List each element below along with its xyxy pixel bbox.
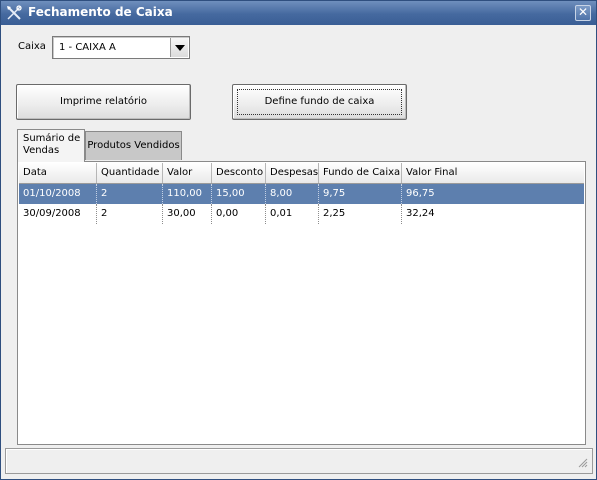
table-cell: 01/10/2008	[19, 184, 97, 204]
column-header-valor-final[interactable]: Valor Final	[402, 163, 585, 183]
column-header-desconto[interactable]: Desconto	[212, 163, 266, 183]
table-cell: 9,75	[319, 184, 402, 204]
table-row[interactable]: 30/09/2008 2 30,00 0,00 0,01 2,25 32,24	[19, 204, 584, 224]
table-cell: 8,00	[266, 184, 319, 204]
table-cell: 0,00	[212, 204, 266, 224]
table-cell: 2	[97, 204, 163, 224]
table-cell: 2	[97, 184, 163, 204]
define-fundo-button[interactable]: Define fundo de caixa	[232, 84, 407, 120]
table-cell: 30/09/2008	[19, 204, 97, 224]
column-header-data[interactable]: Data	[19, 163, 97, 183]
table-cell: 30,00	[163, 204, 212, 224]
caixa-select[interactable]: 1 - CAIXA A	[52, 36, 190, 59]
tab-produtos-vendidos[interactable]: Produtos Vendidos	[85, 131, 182, 160]
table-cell: 15,00	[212, 184, 266, 204]
column-header-quantidade[interactable]: Quantidade	[97, 163, 163, 183]
title-bar[interactable]: Fechamento de Caixa ✕	[1, 1, 596, 25]
tab-panel: Data Quantidade Valor Desconto Despesas …	[17, 161, 586, 445]
table-cell: 110,00	[163, 184, 212, 204]
close-icon[interactable]: ✕	[575, 5, 591, 21]
table-row[interactable]: 01/10/2008 2 110,00 15,00 8,00 9,75 96,7…	[19, 184, 584, 204]
table-cell: 96,75	[406, 188, 435, 199]
table-cell: 2,25	[319, 204, 402, 224]
chevron-down-icon	[175, 45, 185, 51]
table-header: Data Quantidade Valor Desconto Despesas …	[19, 163, 584, 184]
table-cell: 0,01	[266, 204, 319, 224]
caixa-selected-value: 1 - CAIXA A	[59, 42, 116, 53]
fechamento-window: Fechamento de Caixa ✕ Caixa 1 - CAIXA A …	[0, 0, 597, 480]
column-header-despesas[interactable]: Despesas	[266, 163, 319, 183]
tab-sumario-vendas[interactable]: Sumário de Vendas	[17, 129, 85, 162]
column-header-valor[interactable]: Valor	[163, 163, 212, 183]
column-header-fundo-de-caixa[interactable]: Fundo de Caixa	[319, 163, 402, 183]
table-cell: 32,24	[406, 208, 435, 219]
define-fundo-label: Define fundo de caixa	[264, 96, 375, 107]
imprime-relatorio-button[interactable]: Imprime relatório	[16, 84, 191, 120]
resize-grip-icon[interactable]	[576, 456, 588, 468]
window-title: Fechamento de Caixa	[28, 5, 173, 19]
status-bar	[5, 448, 593, 474]
vendas-table[interactable]: Data Quantidade Valor Desconto Despesas …	[19, 163, 584, 443]
dropdown-button[interactable]	[170, 38, 188, 57]
tools-icon[interactable]	[6, 5, 22, 21]
caixa-label: Caixa	[18, 41, 46, 52]
